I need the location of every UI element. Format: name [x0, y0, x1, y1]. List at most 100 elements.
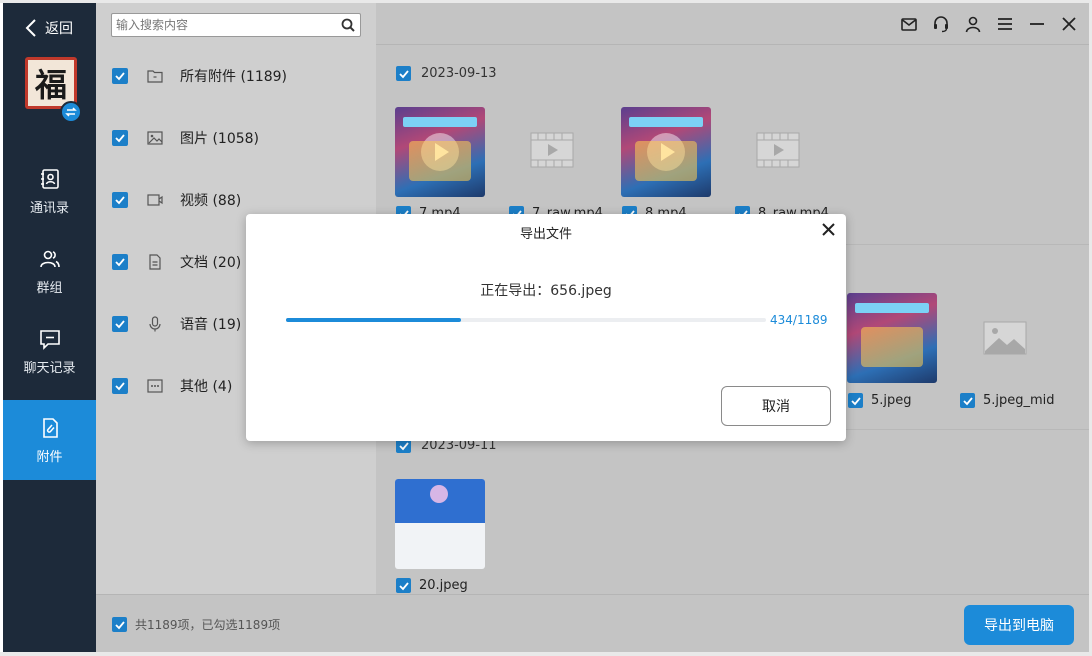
video-thumbnail[interactable]	[395, 107, 485, 197]
file-item-label[interactable]: 20.jpeg	[396, 578, 468, 593]
menu-icon[interactable]	[996, 15, 1014, 33]
mail-icon[interactable]	[900, 15, 918, 33]
close-icon[interactable]	[1060, 15, 1078, 33]
image-thumbnail[interactable]	[847, 293, 937, 383]
export-dialog: 导出文件 正在导出：656.jpeg 434/1189 取消	[246, 214, 846, 441]
check-icon	[850, 396, 861, 405]
file-item-label[interactable]: 5.jpeg	[848, 393, 912, 408]
nav-item-groups[interactable]: 群组	[3, 231, 96, 311]
more-icon	[147, 379, 163, 393]
back-label: 返回	[45, 21, 73, 37]
video-placeholder-icon[interactable]	[756, 132, 800, 168]
category-images[interactable]: 图片 (1058)	[112, 128, 259, 148]
check-icon	[115, 134, 125, 143]
export-status: 正在导出：656.jpeg	[480, 283, 612, 299]
minimize-icon[interactable]	[1028, 15, 1046, 33]
left-nav: 返回 福 通讯录 群组 聊天记录 附件	[3, 3, 96, 652]
file-name: 5.jpeg_mid	[983, 393, 1055, 408]
check-icon	[115, 258, 125, 267]
check-icon	[115, 382, 125, 391]
play-icon[interactable]	[421, 133, 459, 171]
checkbox[interactable]	[960, 393, 975, 408]
headset-icon[interactable]	[932, 15, 950, 33]
group-icon	[39, 250, 60, 267]
image-placeholder-icon[interactable]	[983, 321, 1027, 355]
image-thumbnail[interactable]	[395, 479, 485, 569]
checkbox[interactable]	[112, 192, 128, 208]
contacts-icon	[40, 168, 59, 189]
check-icon	[115, 196, 125, 205]
file-name: 20.jpeg	[419, 578, 468, 593]
checkbox[interactable]	[112, 316, 128, 332]
category-all[interactable]: 所有附件 (1189)	[112, 66, 287, 86]
category-label: 视频 (88)	[180, 193, 242, 209]
category-documents[interactable]: 文档 (20)	[112, 252, 241, 272]
check-icon	[962, 396, 973, 405]
checkbox[interactable]	[396, 578, 411, 593]
checkbox[interactable]	[112, 378, 128, 394]
category-label: 其他 (4)	[180, 379, 233, 395]
select-all[interactable]: 共1189项，已勾选1189项	[112, 616, 280, 633]
selection-summary: 共1189项，已勾选1189项	[135, 618, 281, 632]
progress-bar	[286, 318, 766, 322]
category-videos[interactable]: 视频 (88)	[112, 190, 241, 210]
window-edge-bottom	[0, 652, 1092, 656]
progress-count: 434/1189	[770, 313, 828, 327]
switch-account-icon[interactable]	[60, 101, 82, 123]
check-icon	[115, 72, 125, 81]
check-icon	[114, 620, 125, 629]
category-voice[interactable]: 语音 (19)	[112, 314, 241, 334]
user-icon[interactable]	[964, 15, 982, 33]
document-icon	[149, 254, 161, 270]
title-bar	[376, 3, 1089, 45]
checkbox[interactable]	[112, 254, 128, 270]
date-group-header[interactable]: 2023-09-13	[396, 66, 497, 81]
dialog-title: 导出文件	[519, 227, 572, 242]
chevron-left-icon	[25, 19, 36, 37]
check-icon	[398, 581, 409, 590]
search-input[interactable]	[112, 14, 332, 36]
nav-item-attachments[interactable]: 附件	[3, 400, 96, 480]
chat-icon	[39, 329, 60, 350]
image-icon	[147, 131, 163, 145]
nav-item-contacts[interactable]: 通讯录	[3, 151, 96, 231]
category-label: 文档 (20)	[180, 255, 242, 271]
avatar-character: 福	[28, 60, 74, 106]
category-label: 语音 (19)	[180, 317, 242, 333]
play-icon[interactable]	[647, 133, 685, 171]
category-label: 图片 (1058)	[180, 131, 260, 147]
file-item-label[interactable]: 5.jpeg_mid	[960, 393, 1055, 408]
attachment-icon	[42, 417, 58, 438]
cancel-button[interactable]: 取消	[721, 386, 831, 426]
close-icon[interactable]	[821, 222, 836, 237]
checkbox[interactable]	[112, 617, 127, 632]
check-icon	[398, 441, 409, 450]
nav-item-label: 群组	[36, 280, 63, 296]
category-other[interactable]: 其他 (4)	[112, 376, 232, 396]
check-icon	[115, 320, 125, 329]
microphone-icon	[149, 316, 161, 332]
nav-item-label: 通讯录	[29, 200, 69, 216]
nav-item-label: 聊天记录	[23, 360, 76, 376]
check-icon	[398, 69, 409, 78]
date-label: 2023-09-13	[421, 66, 497, 81]
checkbox[interactable]	[112, 130, 128, 146]
back-button[interactable]: 返回	[25, 18, 73, 38]
checkbox[interactable]	[112, 68, 128, 84]
search-box[interactable]	[111, 13, 361, 37]
checkbox[interactable]	[396, 66, 411, 81]
nav-item-chat-history[interactable]: 聊天记录	[3, 311, 96, 391]
thumbnail-avatar	[430, 485, 448, 503]
checkbox[interactable]	[848, 393, 863, 408]
file-name: 5.jpeg	[871, 393, 912, 408]
footer-bar: 共1189项，已勾选1189项 导出到电脑	[96, 594, 1089, 652]
video-thumbnail[interactable]	[621, 107, 711, 197]
search-icon[interactable]	[341, 18, 355, 32]
category-label: 所有附件 (1189)	[180, 69, 288, 85]
folder-icon	[147, 70, 163, 83]
export-to-pc-button[interactable]: 导出到电脑	[964, 605, 1074, 645]
progress-fill	[286, 318, 462, 322]
video-icon	[147, 194, 163, 206]
video-placeholder-icon[interactable]	[530, 132, 574, 168]
nav-item-label: 附件	[36, 449, 63, 465]
